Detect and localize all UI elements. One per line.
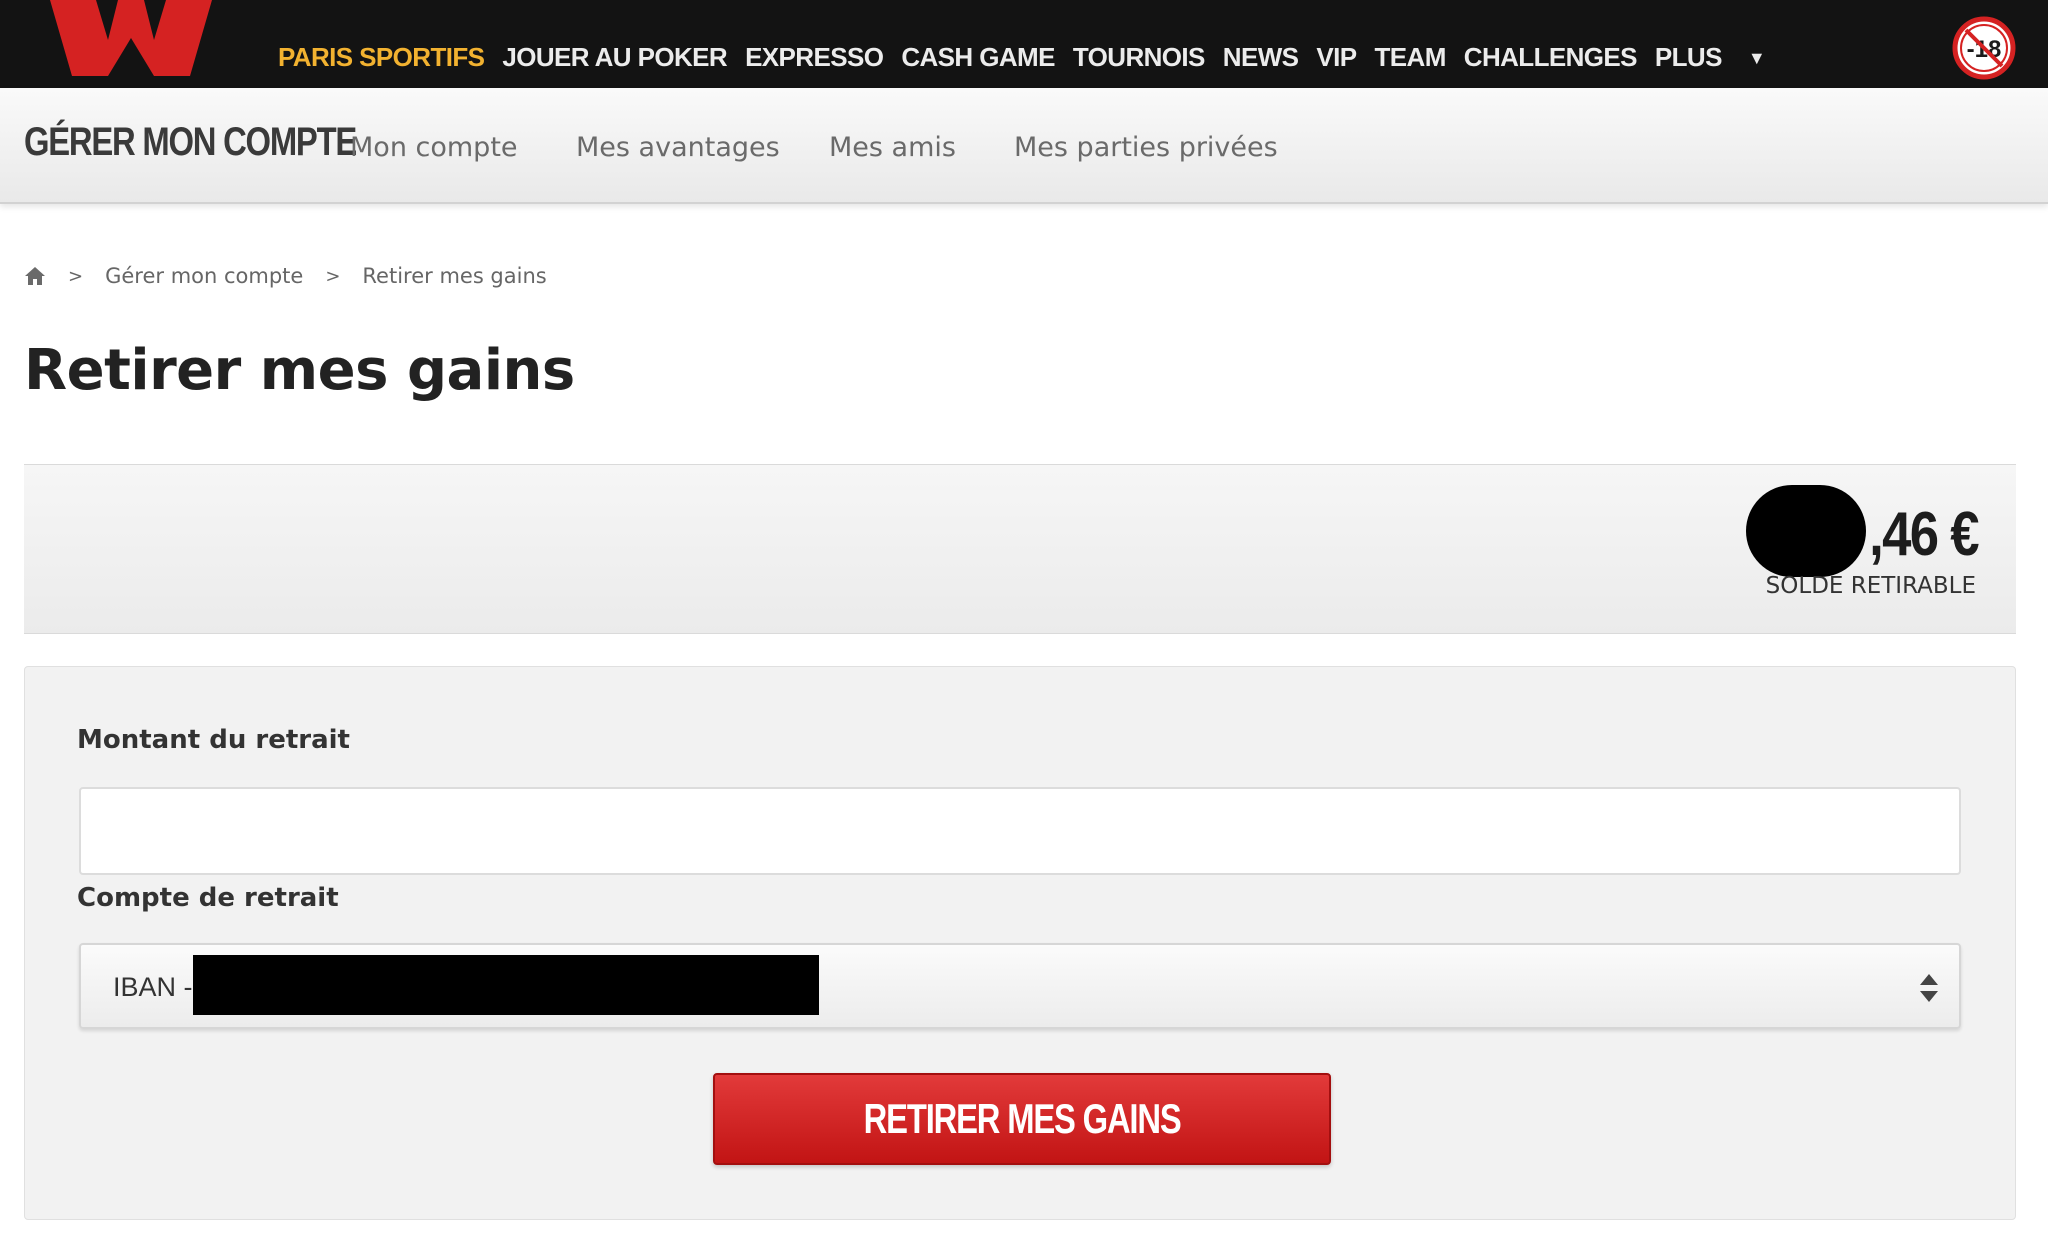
breadcrumb-separator: > bbox=[68, 265, 84, 287]
brand-logo[interactable] bbox=[50, 0, 212, 76]
nav-jouer-au-poker[interactable]: JOUER AU POKER bbox=[502, 42, 727, 73]
breadcrumb: > Gérer mon compte > Retirer mes gains bbox=[24, 264, 547, 288]
subnav-mes-amis[interactable]: Mes amis bbox=[829, 132, 956, 163]
nav-vip[interactable]: VIP bbox=[1316, 42, 1357, 73]
home-icon[interactable] bbox=[24, 265, 46, 287]
top-bar: PARIS SPORTIFS JOUER AU POKER EXPRESSO C… bbox=[0, 0, 2048, 88]
withdrawable-balance-amount: ,46 € bbox=[1869, 500, 1979, 569]
amount-input[interactable] bbox=[79, 787, 1961, 875]
balance-panel: ,46 € SOLDE RETIRABLE bbox=[24, 464, 2016, 634]
nav-challenges[interactable]: CHALLENGES bbox=[1464, 42, 1638, 73]
nav-plus-label: PLUS bbox=[1654, 42, 1723, 72]
nav-cash-game[interactable]: CASH GAME bbox=[901, 42, 1055, 73]
account-select-value: IBAN - bbox=[113, 972, 193, 1002]
withdraw-button-label: RETIRER MES GAINS bbox=[863, 1095, 1182, 1142]
nav-news[interactable]: NEWS bbox=[1223, 42, 1299, 73]
top-nav: PARIS SPORTIFS JOUER AU POKER EXPRESSO C… bbox=[278, 42, 1801, 73]
redaction-mask bbox=[1746, 485, 1866, 577]
breadcrumb-gerer-mon-compte[interactable]: Gérer mon compte bbox=[105, 264, 303, 288]
withdrawable-balance-label: SOLDE RETIRABLE bbox=[1765, 573, 1976, 599]
account-subnav: GÉRER MON COMPTE Mon compte Mes avantage… bbox=[0, 88, 2048, 204]
subnav-title: GÉRER MON COMPTE bbox=[24, 120, 357, 164]
account-label: Compte de retrait bbox=[77, 883, 339, 913]
redaction-mask bbox=[193, 955, 819, 1015]
select-arrows-icon bbox=[1920, 974, 1938, 1002]
subnav-mes-avantages[interactable]: Mes avantages bbox=[576, 132, 780, 163]
subnav-mon-compte[interactable]: Mon compte bbox=[350, 132, 518, 163]
nav-team[interactable]: TEAM bbox=[1375, 42, 1447, 73]
nav-tournois[interactable]: TOURNOIS bbox=[1073, 42, 1206, 73]
withdrawal-form: Montant du retrait Compte de retrait IBA… bbox=[24, 666, 2016, 1220]
caret-down-icon: ▼ bbox=[1747, 48, 1766, 68]
withdraw-button[interactable]: RETIRER MES GAINS bbox=[713, 1073, 1331, 1165]
breadcrumb-separator: > bbox=[325, 265, 341, 287]
breadcrumb-current: Retirer mes gains bbox=[362, 264, 547, 288]
age-restriction-badge: -18 bbox=[1952, 16, 2016, 80]
subnav-mes-parties-privees[interactable]: Mes parties privées bbox=[1014, 132, 1278, 163]
page-title: Retirer mes gains bbox=[24, 338, 575, 403]
account-select[interactable]: IBAN - bbox=[79, 943, 1961, 1029]
nav-expresso[interactable]: EXPRESSO bbox=[745, 42, 884, 73]
amount-label: Montant du retrait bbox=[77, 725, 350, 755]
nav-plus-menu[interactable]: PLUS ▼ bbox=[1655, 42, 1783, 73]
nav-paris-sportifs[interactable]: PARIS SPORTIFS bbox=[278, 42, 485, 73]
